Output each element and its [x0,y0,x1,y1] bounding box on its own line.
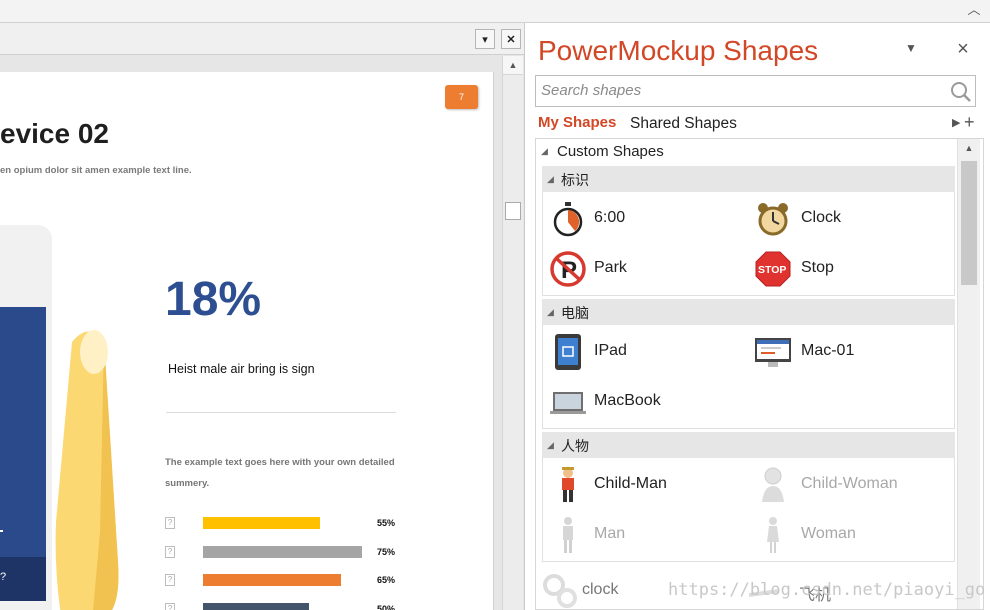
bar-value-label: 50% [377,603,396,610]
pane-options-icon[interactable]: ▼ [903,41,919,57]
next-tab-icon[interactable]: ▶ [952,116,960,129]
group-body: Child-Man Child-Woman Man Woman [542,458,955,562]
finger-illustration [55,330,119,610]
group-body: 6:00 Clock P Park [542,192,955,296]
shape-item-6-00[interactable]: 6:00 [549,199,749,239]
group-header-custom-shapes[interactable]: ◢ Custom Shapes [536,139,957,164]
group-label: 标识 [561,172,589,188]
device-placeholder-glyph: ? [0,571,7,583]
group-label: 人物 [561,438,589,454]
tablet-icon [555,334,581,370]
window-close-button[interactable]: ✕ [501,29,521,49]
tab-shared-shapes[interactable]: Shared Shapes [630,115,737,133]
progress-bar [203,517,320,529]
scroll-up-icon[interactable]: ▲ [503,56,523,75]
search-input[interactable]: Search shapes [535,75,976,107]
no-parking-icon: P [550,251,586,287]
shape-item-stop[interactable]: STOP Stop [754,249,954,289]
stat-caption: Heist male air bring is sign [168,362,315,376]
shape-label: Stop [801,259,834,276]
shape-label: Child-Woman [801,475,898,492]
man-icon [563,517,573,553]
group-header-diannao[interactable]: ◢ 电脑 [542,299,955,325]
collapse-ribbon-icon[interactable]: ︿ [966,2,982,18]
collapse-triangle-icon[interactable]: ◢ [547,440,554,451]
document-titlebar: ▾ ✕ [0,23,524,55]
pane-close-icon[interactable]: × [953,39,973,59]
group-header-biaoshi[interactable]: ◢ 标识 [542,166,955,192]
shape-item-child-woman[interactable]: Child-Woman [754,465,954,505]
add-tab-icon[interactable]: + [964,112,975,133]
watermark: https://blog.csdn.net/piaoyi_go [668,580,986,600]
shape-item-clock[interactable]: Clock [754,199,954,239]
group-body: IPad Mac-01 MacBook [542,325,955,429]
laptop-icon [550,392,586,414]
monitor-icon [755,338,791,367]
bar-icon: ? [165,517,175,529]
scroll-thumb[interactable] [961,161,977,285]
powermockup-pane: PowerMockup Shapes ▼ × Search shapes My … [525,23,990,610]
ribbon-strip: ︿ [0,0,990,23]
slide-subtitle: en opium dolor sit amen example text lin… [0,165,192,176]
scroll-thumb[interactable] [505,202,521,220]
shape-item-child-man[interactable]: Child-Man [549,465,749,505]
bar-value-label: 55% [377,518,396,528]
shape-list-scrollbar[interactable]: ▲ [957,139,980,609]
stopwatch-icon [553,202,583,237]
shape-label: Park [594,259,627,276]
bar-value-label: 75% [377,546,396,557]
stop-sign-icon: STOP [755,251,791,287]
shape-label: Mac-01 [801,342,855,359]
shape-item-ipad[interactable]: IPad [549,332,749,372]
window-dropdown-button[interactable]: ▾ [475,29,495,49]
tab-my-shapes[interactable]: My Shapes [538,114,616,131]
search-placeholder: Search shapes [541,82,642,99]
slide-title: evice 02 [0,118,109,149]
shape-item-macbook[interactable]: MacBook [549,382,749,422]
shape-item-park[interactable]: P Park [549,249,749,289]
collapse-triangle-icon[interactable]: ◢ [547,174,554,185]
description-text: summery. [165,478,210,489]
shape-label: 6:00 [594,209,626,226]
slide-number-badge: 7 [445,85,478,109]
group-label: 电脑 [561,305,589,321]
device-line [0,530,3,532]
bar-value-label: 65% [377,575,396,585]
group-header-renwu[interactable]: ◢ 人物 [542,432,955,458]
progress-bar [203,545,362,558]
shape-label: Clock [801,209,842,226]
shape-label: Woman [801,525,856,542]
shape-item-woman[interactable]: Woman [754,515,954,555]
child-man-icon [562,467,574,502]
shape-item-man[interactable]: Man [549,515,749,555]
alarm-clock-icon [758,203,788,236]
search-icon[interactable] [950,81,972,103]
pane-title: PowerMockup Shapes [538,35,819,66]
bar-icon: ? [165,574,175,586]
bar-icon: ? [165,545,175,558]
progress-bar [203,574,341,586]
collapse-triangle-icon[interactable]: ◢ [541,146,548,157]
collapse-triangle-icon[interactable]: ◢ [547,307,554,318]
shape-list[interactable]: ◢ Custom Shapes ◢ 标识 6:00 Clock Park STO… [535,138,984,610]
progress-bar [203,602,309,610]
group-label: Custom Shapes [557,143,664,160]
bar-icon: ? [165,602,175,610]
slide-canvas[interactable]: 7 evice 02 en opium dolor sit amen examp… [0,72,494,610]
stat-value: 18% [165,273,262,326]
divider [166,412,396,413]
shape-label: clock [582,581,619,598]
description-text: The example text goes here with your own… [165,457,395,468]
gear-clock-icon [543,574,577,608]
shape-item-mac-01[interactable]: Mac-01 [754,332,954,372]
woman-icon [767,517,779,553]
shape-label: Child-Man [594,475,667,492]
document-scrollbar[interactable]: ▲ [502,56,523,610]
shape-label: MacBook [594,392,661,409]
scroll-up-icon[interactable]: ▲ [958,139,980,157]
shape-label: IPad [594,342,627,359]
shape-label: Man [594,525,626,542]
svg-text:STOP: STOP [758,264,786,276]
child-woman-icon [762,467,784,502]
